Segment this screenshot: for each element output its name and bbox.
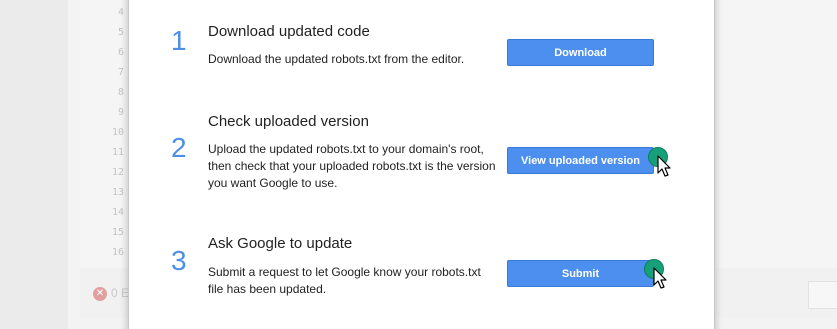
line-number: 5 <box>117 27 124 38</box>
step-number: 2 <box>171 132 187 163</box>
line-number: 9 <box>117 107 124 118</box>
line-number: 15 <box>111 227 124 238</box>
download-button[interactable]: Download <box>507 39 654 66</box>
step-title: Check uploaded version <box>208 113 369 130</box>
mouse-pointer-icon <box>653 267 667 289</box>
step-number: 3 <box>171 245 187 276</box>
line-number: 13 <box>111 187 124 198</box>
error-circle-icon: ✕ <box>93 287 107 301</box>
error-count: 0 E <box>111 286 130 300</box>
step-description: Submit a request to let Google know your… <box>208 265 481 296</box>
left-margin <box>0 0 68 329</box>
view-uploaded-version-button[interactable]: View uploaded version <box>507 147 654 174</box>
line-number: 16 <box>111 247 124 258</box>
line-number: 10 <box>111 127 124 138</box>
step-description: Upload the updated robots.txt to your do… <box>208 142 496 190</box>
step-title: Ask Google to update <box>208 235 353 252</box>
line-number: 6 <box>117 47 124 58</box>
status-bar-control[interactable] <box>808 281 837 309</box>
line-number-gutter: 4 5 6 7 8 9 10 11 12 13 14 15 16 <box>80 0 128 268</box>
line-number: 14 <box>111 207 124 218</box>
submit-robots-dialog: 1 Download updated code Download the upd… <box>128 0 715 329</box>
line-number: 7 <box>117 67 124 78</box>
step-number: 1 <box>171 25 187 56</box>
submit-button[interactable]: Submit <box>507 260 654 287</box>
line-number: 11 <box>111 147 124 158</box>
step-title: Download updated code <box>208 23 370 40</box>
line-number: 8 <box>117 87 124 98</box>
step-description: Download the updated robots.txt from the… <box>208 52 465 66</box>
mouse-pointer-icon <box>657 155 671 177</box>
line-number: 12 <box>111 167 124 178</box>
line-number: 4 <box>117 7 124 18</box>
